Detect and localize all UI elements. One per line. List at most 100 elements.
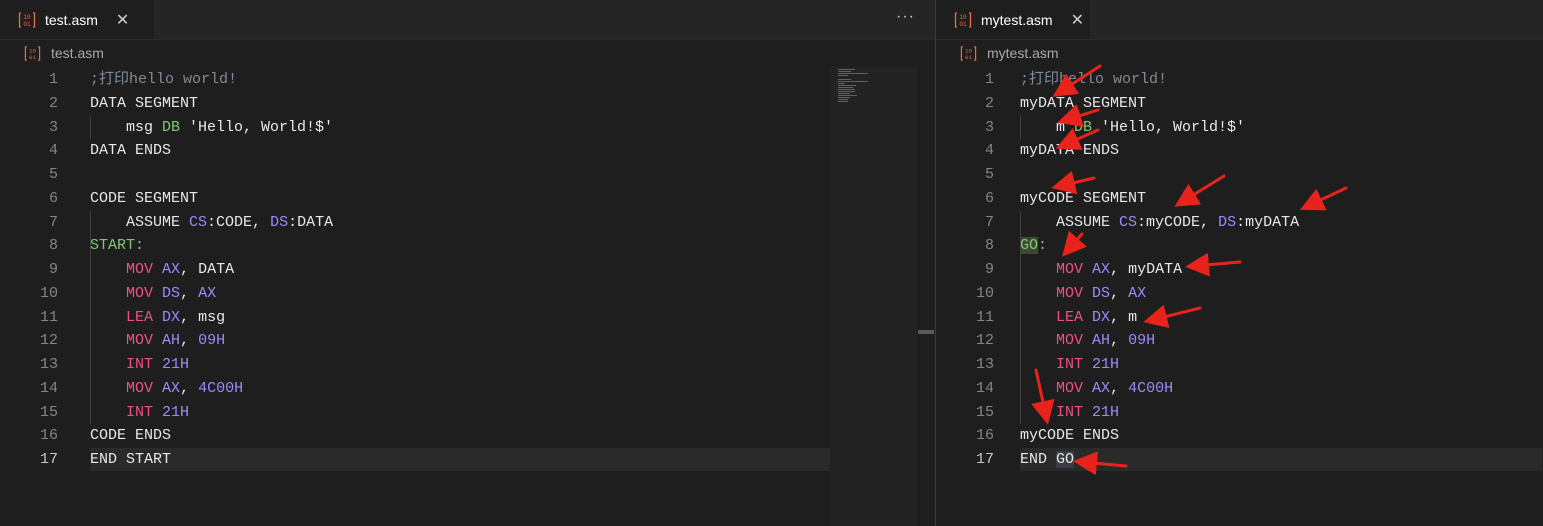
code-token: myDATA ENDS	[1020, 142, 1120, 160]
asm-file-icon: 10 01	[960, 45, 977, 62]
code-token: ASSUME	[90, 213, 190, 231]
code-token: INT	[1056, 356, 1084, 373]
code-text: GO:	[1020, 234, 1047, 258]
code-token: :DATA	[288, 213, 334, 231]
line-number: 6	[48, 189, 58, 207]
code-editor-left[interactable]: 1 ;打印hello world! 2 DATA SEGMENT 3 msg DB 'H…	[0, 67, 935, 526]
code-token: CODE ENDS	[90, 427, 172, 445]
code-token: DX	[162, 308, 181, 326]
minimap-line	[838, 87, 854, 88]
code-token: , m	[1110, 308, 1138, 326]
code-text: msg DB 'Hello, World!$'	[90, 116, 333, 140]
code-token: ASSUME	[1020, 213, 1120, 231]
line-number: 8	[984, 237, 994, 255]
tab-test-asm[interactable]: 10 01 test.asm ✕	[0, 0, 155, 39]
asm-file-icon: 10 01	[954, 11, 972, 29]
code-text: LEA DX, msg	[90, 306, 225, 330]
code-token: GO	[1020, 237, 1039, 255]
code-text: myDATA ENDS	[1020, 139, 1119, 163]
code-token: AX	[1092, 379, 1111, 397]
code-token: AH	[162, 332, 181, 350]
code-token: m	[1020, 118, 1075, 136]
code-token: AX	[1128, 284, 1147, 302]
minimap-line	[838, 91, 855, 92]
line-number: 1	[984, 71, 994, 88]
tab-mytest-asm[interactable]: 10 01 mytest.asm ✕	[936, 0, 1091, 39]
asm-file-icon: 10 01	[24, 45, 41, 62]
code-text: m DB 'Hello, World!$'	[1020, 116, 1245, 140]
code-text: MOV AX, 4C00H	[1020, 377, 1173, 401]
tab-label: mytest.asm	[981, 11, 1053, 28]
minimap[interactable]	[830, 67, 917, 526]
code-token: :myCODE,	[1137, 213, 1219, 231]
line-number: 12	[39, 332, 58, 350]
code-text: DATA ENDS	[90, 139, 171, 163]
line-number: 10	[39, 284, 58, 302]
minimap-line	[838, 73, 868, 74]
line-number: 10	[975, 284, 994, 302]
code-token: AH	[1092, 332, 1111, 350]
code-text: INT 21H	[1020, 401, 1119, 425]
code-token: END START	[90, 451, 172, 468]
code-token: LEA	[126, 308, 154, 326]
code-text: MOV DS, AX	[1020, 282, 1146, 306]
code-text: MOV AX, DATA	[90, 258, 234, 282]
code-text: INT 21H	[1020, 353, 1119, 377]
minimap-line	[838, 99, 848, 100]
code-token: MOV	[1056, 261, 1084, 278]
code-token: CS	[189, 213, 208, 231]
line-number: 15	[975, 403, 994, 421]
code-token: myCODE ENDS	[1020, 427, 1120, 445]
indent-guide	[1020, 210, 1021, 425]
code-token: CS	[1119, 213, 1138, 231]
close-icon[interactable]: ✕	[1071, 10, 1084, 30]
code-token: 4C00H	[1128, 379, 1174, 397]
line-number: 5	[984, 166, 994, 183]
code-text: ASSUME CS:CODE, DS:DATA	[90, 211, 333, 235]
code-token: ,	[180, 379, 199, 397]
breadcrumb-file[interactable]: mytest.asm	[987, 45, 1059, 61]
code-token: INT	[126, 403, 154, 421]
vertical-scrollbar[interactable]	[917, 67, 935, 526]
tab-label: test.asm	[45, 11, 98, 28]
minimap-line	[838, 95, 857, 96]
line-number: 2	[48, 94, 58, 112]
current-line-highlight	[1020, 448, 1542, 471]
code-text: INT 21H	[90, 353, 189, 377]
code-text: END START	[90, 448, 171, 472]
line-number: 7	[984, 213, 994, 231]
code-token: 21H	[1092, 356, 1120, 373]
code-text: LEA DX, m	[1020, 306, 1137, 330]
line-number: 7	[48, 213, 58, 231]
editor-group-right: 10 01 mytest.asm ✕ 10 01 mytest.asm 1 ;打印he…	[936, 0, 1543, 526]
line-number: 4	[984, 142, 994, 160]
more-actions-icon[interactable]: ···	[896, 8, 915, 26]
code-token: ;打印hello world!	[1020, 71, 1168, 88]
line-number: 3	[984, 118, 994, 136]
line-number: 16	[975, 427, 994, 445]
code-token: ,	[180, 284, 199, 302]
code-token: ,	[1110, 332, 1129, 350]
close-icon[interactable]: ✕	[116, 10, 129, 30]
sash-handle[interactable]	[918, 330, 934, 334]
code-editor-right[interactable]: 1 ;打印hello world! 2 myDATA SEGMENT 3 m DB 'H…	[936, 67, 1543, 526]
minimap-line	[838, 69, 855, 70]
breadcrumb-left: 10 01 test.asm	[0, 40, 935, 66]
minimap-line	[838, 71, 852, 72]
breadcrumb-file[interactable]: test.asm	[51, 45, 104, 61]
line-number: 2	[984, 94, 994, 112]
code-token: 09H	[1128, 332, 1156, 350]
